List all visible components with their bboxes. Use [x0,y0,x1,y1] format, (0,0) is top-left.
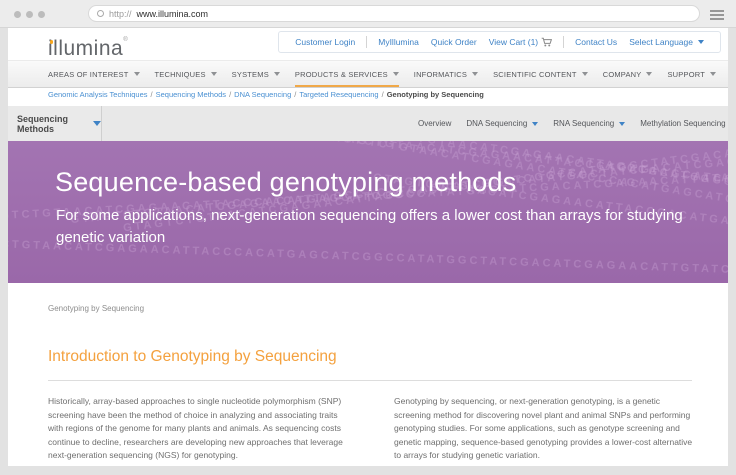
contact-us-link[interactable]: Contact Us [575,37,617,47]
breadcrumb-link[interactable]: Sequencing Methods [156,90,226,99]
subnav-overview[interactable]: Overview [418,119,451,128]
nav-informatics[interactable]: INFORMATICS [414,61,478,87]
divider [366,36,367,48]
chevron-down-icon [134,72,140,76]
view-cart-label: View Cart (1) [489,37,538,47]
breadcrumb-link[interactable]: Genomic Analysis Techniques [48,90,148,99]
chevron-down-icon [619,122,625,126]
main-nav: AREAS OF INTEREST TECHNIQUES SYSTEMS PRO… [8,60,728,88]
url-host: www.illumina.com [137,9,209,19]
chevron-down-icon [710,72,716,76]
section-subnav: Sequencing Methods Overview DNA Sequenci… [8,106,728,141]
section-label: Genotyping by Sequencing [48,304,144,313]
intro-heading: Introduction to Genotyping by Sequencing [48,348,337,366]
nav-company[interactable]: COMPANY [603,61,653,87]
nav-techniques[interactable]: TECHNIQUES [155,61,217,87]
illumina-logo[interactable]: illumina® [48,37,128,61]
nav-support[interactable]: SUPPORT [667,61,716,87]
page: illumina® Customer Login MyIllumina Quic… [8,28,728,466]
divider [563,36,564,48]
nav-areas-of-interest[interactable]: AREAS OF INTEREST [48,61,140,87]
body-columns: Historically, array-based approaches to … [48,395,696,463]
subnav-rna-sequencing[interactable]: RNA Sequencing [553,119,625,128]
hero-banner: GTAGTCTGTAACATCGAGAACATTACCCACATGAGCATCG… [8,141,728,283]
my-illumina-link[interactable]: MyIllumina [378,37,419,47]
nav-scientific-content[interactable]: SCIENTIFIC CONTENT [493,61,588,87]
browser-chrome: http:// www.illumina.com [0,0,736,28]
nav-systems[interactable]: SYSTEMS [232,61,280,87]
select-language-dropdown[interactable]: Select Language [629,37,704,47]
nav-products-services[interactable]: PRODUCTS & SERVICES [295,61,399,87]
chevron-down-icon [274,72,280,76]
sequencing-methods-dropdown[interactable]: Sequencing Methods [8,106,102,141]
customer-login-link[interactable]: Customer Login [295,37,355,47]
divider [48,380,692,381]
window-controls[interactable] [14,11,45,18]
url-scheme: http:// [109,9,132,19]
breadcrumb-current: Genotyping by Sequencing [387,90,484,99]
body-paragraph-left: Historically, array-based approaches to … [48,395,350,463]
subnav-dna-sequencing[interactable]: DNA Sequencing [466,119,538,128]
chevron-down-icon [532,122,538,126]
cart-icon [541,37,552,47]
breadcrumb: Genomic Analysis Techniques/Sequencing M… [48,90,484,99]
chevron-down-icon [93,121,101,126]
view-cart-link[interactable]: View Cart (1) [489,37,552,47]
url-bar[interactable]: http:// www.illumina.com [88,5,700,22]
chevron-down-icon [472,72,478,76]
page-load-icon [97,10,104,17]
chevron-down-icon [698,40,704,44]
logo-text: illumina [48,37,123,61]
chevron-down-icon [211,72,217,76]
utility-nav: Customer Login MyIllumina Quick Order Vi… [278,31,721,53]
page-subtitle: For some applications, next-generation s… [56,205,704,249]
browser-menu-icon[interactable] [710,10,724,22]
breadcrumb-link[interactable]: Targeted Resequencing [299,90,378,99]
subnav-methylation-sequencing[interactable]: Methylation Sequencing [640,119,725,128]
chevron-down-icon [393,72,399,76]
body-paragraph-right: Genotyping by sequencing, or next-genera… [394,395,696,463]
chevron-down-icon [582,72,588,76]
breadcrumb-link[interactable]: DNA Sequencing [234,90,291,99]
page-title: Sequence-based genotyping methods [55,167,516,198]
registered-mark: ® [123,37,128,43]
quick-order-link[interactable]: Quick Order [431,37,477,47]
select-language-label: Select Language [629,37,693,47]
chevron-down-icon [646,72,652,76]
subnav-selected-label: Sequencing Methods [17,114,82,134]
subnav-items: Overview DNA Sequencing RNA Sequencing M… [418,106,728,141]
